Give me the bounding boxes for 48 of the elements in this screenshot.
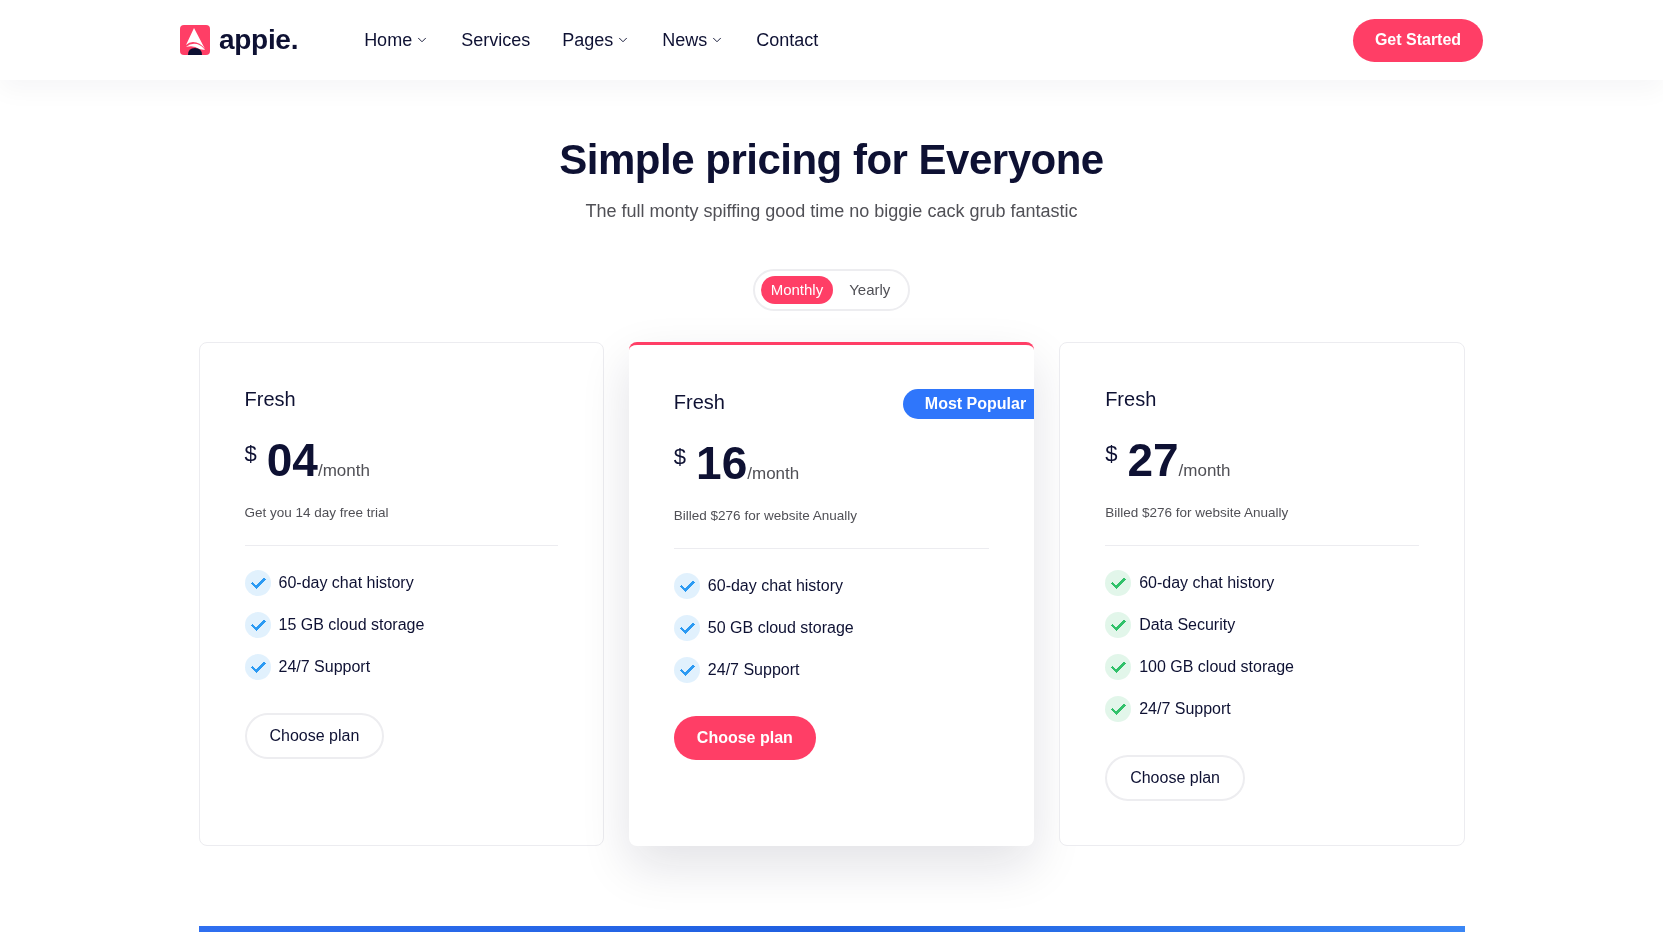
plan-name: Fresh bbox=[673, 390, 725, 414]
section-subtitle: The full monty spiffing good time no biggie cack grub fantastic bbox=[585, 200, 1078, 223]
currency-symbol: $ bbox=[1105, 441, 1118, 467]
feature-text: 15 GB cloud storage bbox=[278, 615, 425, 635]
check-icon bbox=[244, 570, 271, 596]
choose-plan-button[interactable]: Choose plan bbox=[244, 713, 385, 759]
feature-text: 50 GB cloud storage bbox=[707, 618, 854, 638]
check-icon bbox=[1105, 570, 1132, 596]
check-icon bbox=[673, 573, 700, 599]
feature-text: 60-day chat history bbox=[707, 576, 843, 596]
popular-badge: Most Popular bbox=[902, 389, 1035, 419]
plan-note: Get you 14 day free trial bbox=[244, 504, 389, 522]
price-amount: 16 bbox=[696, 438, 748, 488]
price-amount: 04 bbox=[266, 435, 318, 485]
feature-text: Data Security bbox=[1139, 615, 1236, 635]
choose-plan-button[interactable]: Choose plan bbox=[1105, 755, 1245, 801]
nav-link[interactable]: News bbox=[662, 26, 725, 54]
price-period: /month bbox=[1178, 461, 1231, 481]
check-icon bbox=[1105, 654, 1132, 680]
check-icon bbox=[1105, 612, 1132, 638]
feature-text: 24/7 Support bbox=[707, 660, 800, 680]
section-title: Simple pricing for Everyone bbox=[559, 135, 1104, 185]
feature-text: 24/7 Support bbox=[1139, 699, 1231, 719]
logo-icon bbox=[180, 25, 210, 55]
currency-symbol: $ bbox=[244, 441, 257, 467]
plan-name: Fresh bbox=[1105, 387, 1157, 411]
feature-text: 60-day chat history bbox=[278, 573, 414, 593]
feature-text: 100 GB cloud storage bbox=[1139, 657, 1294, 677]
feature-text: 60-day chat history bbox=[1139, 573, 1275, 593]
check-icon bbox=[673, 657, 700, 683]
plan-name: Fresh bbox=[244, 387, 296, 411]
currency-symbol: $ bbox=[673, 444, 687, 470]
price-amount: 27 bbox=[1127, 435, 1179, 485]
plan-note: Billed $276 for website Anually bbox=[673, 507, 857, 525]
billing-tab[interactable]: Yearly bbox=[837, 276, 903, 304]
nav-link[interactable]: Home bbox=[364, 26, 430, 54]
nav-link[interactable]: Pages bbox=[562, 26, 631, 54]
price-period: /month bbox=[317, 461, 370, 481]
brand-name[interactable]: appie. bbox=[219, 19, 299, 61]
feature-text: 24/7 Support bbox=[278, 657, 371, 677]
check-icon bbox=[244, 612, 271, 638]
nav-link[interactable]: Services bbox=[461, 26, 531, 54]
plan-note: Billed $276 for website Anually bbox=[1105, 504, 1289, 522]
check-icon bbox=[244, 654, 271, 680]
nav-link[interactable]: Contact bbox=[756, 26, 819, 54]
price-period: /month bbox=[747, 464, 800, 484]
check-icon bbox=[673, 615, 700, 641]
check-icon bbox=[1105, 696, 1132, 722]
